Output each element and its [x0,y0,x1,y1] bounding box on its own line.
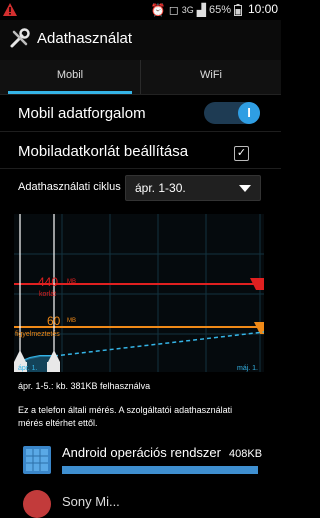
app-name: Android operációs rendszer [62,445,221,460]
cycle-value: ápr. 1-30. [135,181,186,195]
x-end-label: máj. 1. [237,365,259,372]
limit-value: 440 [38,275,59,289]
network-type: 3G [181,5,194,15]
warning-label: figyelmeztetés [15,331,60,338]
divider [0,168,281,169]
chevron-down-icon [239,185,251,192]
app-name: Sony Mi... [62,494,120,509]
cycle-label: Adathasználati ciklus [18,181,121,193]
x-start-label: ápr. 1. [18,365,38,372]
mobile-data-limit-checkbox[interactable]: ✓ [234,146,249,161]
notification-icon: ◻ [168,3,179,17]
status-time: 10:00 [247,2,278,16]
signal-icon: ▟ [196,3,206,17]
android-app-icon [23,446,51,474]
tab-mobile[interactable]: Mobil [0,60,140,94]
wrench-icon[interactable] [9,27,31,49]
page-title: Adathasználat [37,30,133,47]
cycle-dropdown[interactable]: ápr. 1-30. [125,175,261,201]
divider [0,131,281,132]
app-size: 408KB [229,448,263,460]
warning-value: 60 [47,314,61,328]
limit-label: korlát [39,291,57,298]
mobile-data-limit-label: Mobiladatkorlát beállítása [18,143,189,160]
battery-percent: 65% [208,4,231,16]
mobile-data-label: Mobil adatforgalom [18,105,146,122]
toggle-on-icon: I [238,102,260,124]
limit-unit: MB [67,279,76,285]
warning-unit: MB [67,318,76,324]
range-end-handle-base [47,362,60,372]
app-usage-bar [62,466,258,474]
measurement-note: Ez a telefon általi mérés. A szolgáltató… [18,405,233,428]
alarm-icon: ⏰ [150,3,166,17]
status-icons: ⏰ ◻ 3G ▟ 65% [151,2,231,18]
usage-summary: ápr. 1-5.: kb. 381KB felhasználva [18,381,151,391]
tab-bar: Mobil WiFi [0,60,281,95]
mobile-data-toggle[interactable]: I [204,102,260,124]
warning-icon [3,3,17,16]
tab-wifi[interactable]: WiFi [140,60,281,94]
battery-icon [234,4,242,16]
sony-app-icon [23,490,51,518]
